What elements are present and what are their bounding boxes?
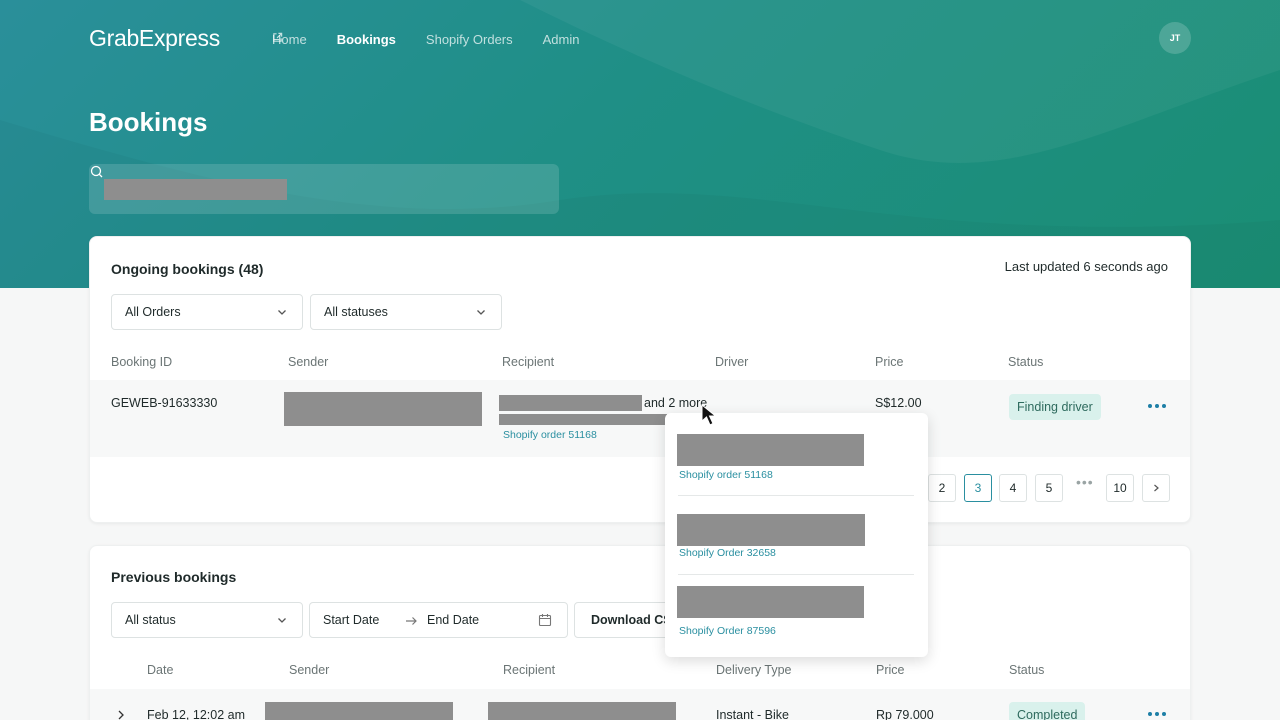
last-updated-text: Last updated 6 seconds ago <box>1004 259 1168 274</box>
date-cell: Feb 12, 12:02 am <box>147 708 245 720</box>
top-nav: Home Bookings Shopify Orders Admin <box>272 32 609 47</box>
chevron-right-icon <box>1154 484 1159 492</box>
delivery-type-cell: Instant - Bike <box>716 708 789 720</box>
redacted-recipient-1 <box>677 434 864 466</box>
end-date-field[interactable]: End Date <box>427 613 479 627</box>
col-delivery-type: Delivery Type <box>716 663 792 677</box>
col-recipient: Recipient <box>503 663 556 677</box>
popover-order-link-3[interactable]: Shopify Order 87596 <box>679 625 776 637</box>
col-price: Price <box>876 663 905 677</box>
page-10-button[interactable]: 10 <box>1106 474 1134 502</box>
nav-shopify-orders-label: Shopify Orders <box>425 32 513 47</box>
search-input[interactable] <box>89 164 559 214</box>
page-title: Bookings <box>89 107 208 137</box>
orders-filter-value: All Orders <box>125 305 181 319</box>
redacted-recipient <box>499 395 642 411</box>
shopify-order-link[interactable]: Shopify order 51168 <box>503 429 597 441</box>
col-recipient: Recipient <box>502 355 555 369</box>
expand-row-icon[interactable] <box>116 709 126 720</box>
redacted-sender <box>284 392 482 426</box>
row-more-options-icon[interactable] <box>1148 404 1170 410</box>
popover-order-link-2[interactable]: Shopify Order 32658 <box>679 547 776 559</box>
page-3-button[interactable]: 3 <box>964 474 992 502</box>
recipients-popover: Shopify order 51168 Shopify Order 32658 … <box>665 413 928 657</box>
redacted-recipient-address <box>499 414 667 425</box>
recipients-more-link[interactable]: and 2 more <box>644 396 707 410</box>
col-sender: Sender <box>288 355 329 369</box>
start-date-field[interactable]: Start Date <box>323 613 379 627</box>
booking-id-cell[interactable]: GEWEB-91633330 <box>111 396 217 410</box>
nav-bookings[interactable]: Bookings <box>337 32 396 47</box>
redacted-search-value <box>104 179 287 200</box>
date-range-picker[interactable]: Start Date End Date <box>309 602 568 638</box>
page-5-button[interactable]: 5 <box>1035 474 1063 502</box>
mouse-cursor-icon <box>701 404 717 426</box>
divider <box>678 495 914 496</box>
calendar-icon[interactable] <box>538 613 552 627</box>
redacted-recipient-3 <box>677 586 864 618</box>
price-cell: S$12.00 <box>875 396 922 410</box>
col-sender: Sender <box>289 663 330 677</box>
chevron-down-icon <box>278 618 286 623</box>
page-4-button[interactable]: 4 <box>999 474 1027 502</box>
nav-admin-label: Admin <box>542 32 580 47</box>
col-booking-id: Booking ID <box>111 355 173 369</box>
nav-admin[interactable]: Admin <box>273 32 580 47</box>
col-driver: Driver <box>715 355 749 369</box>
arrow-right-icon <box>406 617 417 625</box>
status-badge: Finding driver <box>1009 394 1101 420</box>
ongoing-bookings-title: Ongoing bookings (48) <box>111 261 264 277</box>
status-filter-select[interactable]: All status <box>111 602 303 638</box>
previous-bookings-title: Previous bookings <box>111 569 237 585</box>
next-page-button[interactable] <box>1142 474 1170 502</box>
statuses-filter-value: All statuses <box>324 305 388 319</box>
col-date: Date <box>147 663 174 677</box>
popover-order-link-1[interactable]: Shopify order 51168 <box>679 469 773 481</box>
statuses-filter-select[interactable]: All statuses <box>310 294 502 330</box>
page-2-button[interactable]: 2 <box>928 474 956 502</box>
chevron-down-icon <box>477 310 485 315</box>
col-status: Status <box>1009 663 1045 677</box>
row-more-options-icon[interactable] <box>1148 712 1170 718</box>
external-link-icon <box>273 32 283 42</box>
status-badge: Completed <box>1009 702 1086 720</box>
pagination-ellipsis-icon: ••• <box>1076 474 1094 490</box>
redacted-recipient-2 <box>677 514 865 546</box>
price-cell: Rp 79.000 <box>876 708 934 720</box>
grabexpress-logo[interactable]: GrabExpress <box>89 25 220 52</box>
divider <box>678 574 914 575</box>
nav-bookings-label: Bookings <box>336 32 396 47</box>
search-icon[interactable] <box>89 164 105 180</box>
orders-filter-select[interactable]: All Orders <box>111 294 303 330</box>
ongoing-bookings-card: Ongoing bookings (48) Last updated 6 sec… <box>89 236 1191 523</box>
col-price: Price <box>875 355 904 369</box>
redacted-recipient <box>488 702 676 720</box>
col-status: Status <box>1008 355 1044 369</box>
user-avatar[interactable]: JT <box>1159 22 1191 54</box>
nav-shopify-orders[interactable]: Shopify Orders <box>426 32 513 47</box>
chevron-down-icon <box>278 310 286 315</box>
status-filter-value: All status <box>125 613 176 627</box>
redacted-sender <box>265 702 453 720</box>
